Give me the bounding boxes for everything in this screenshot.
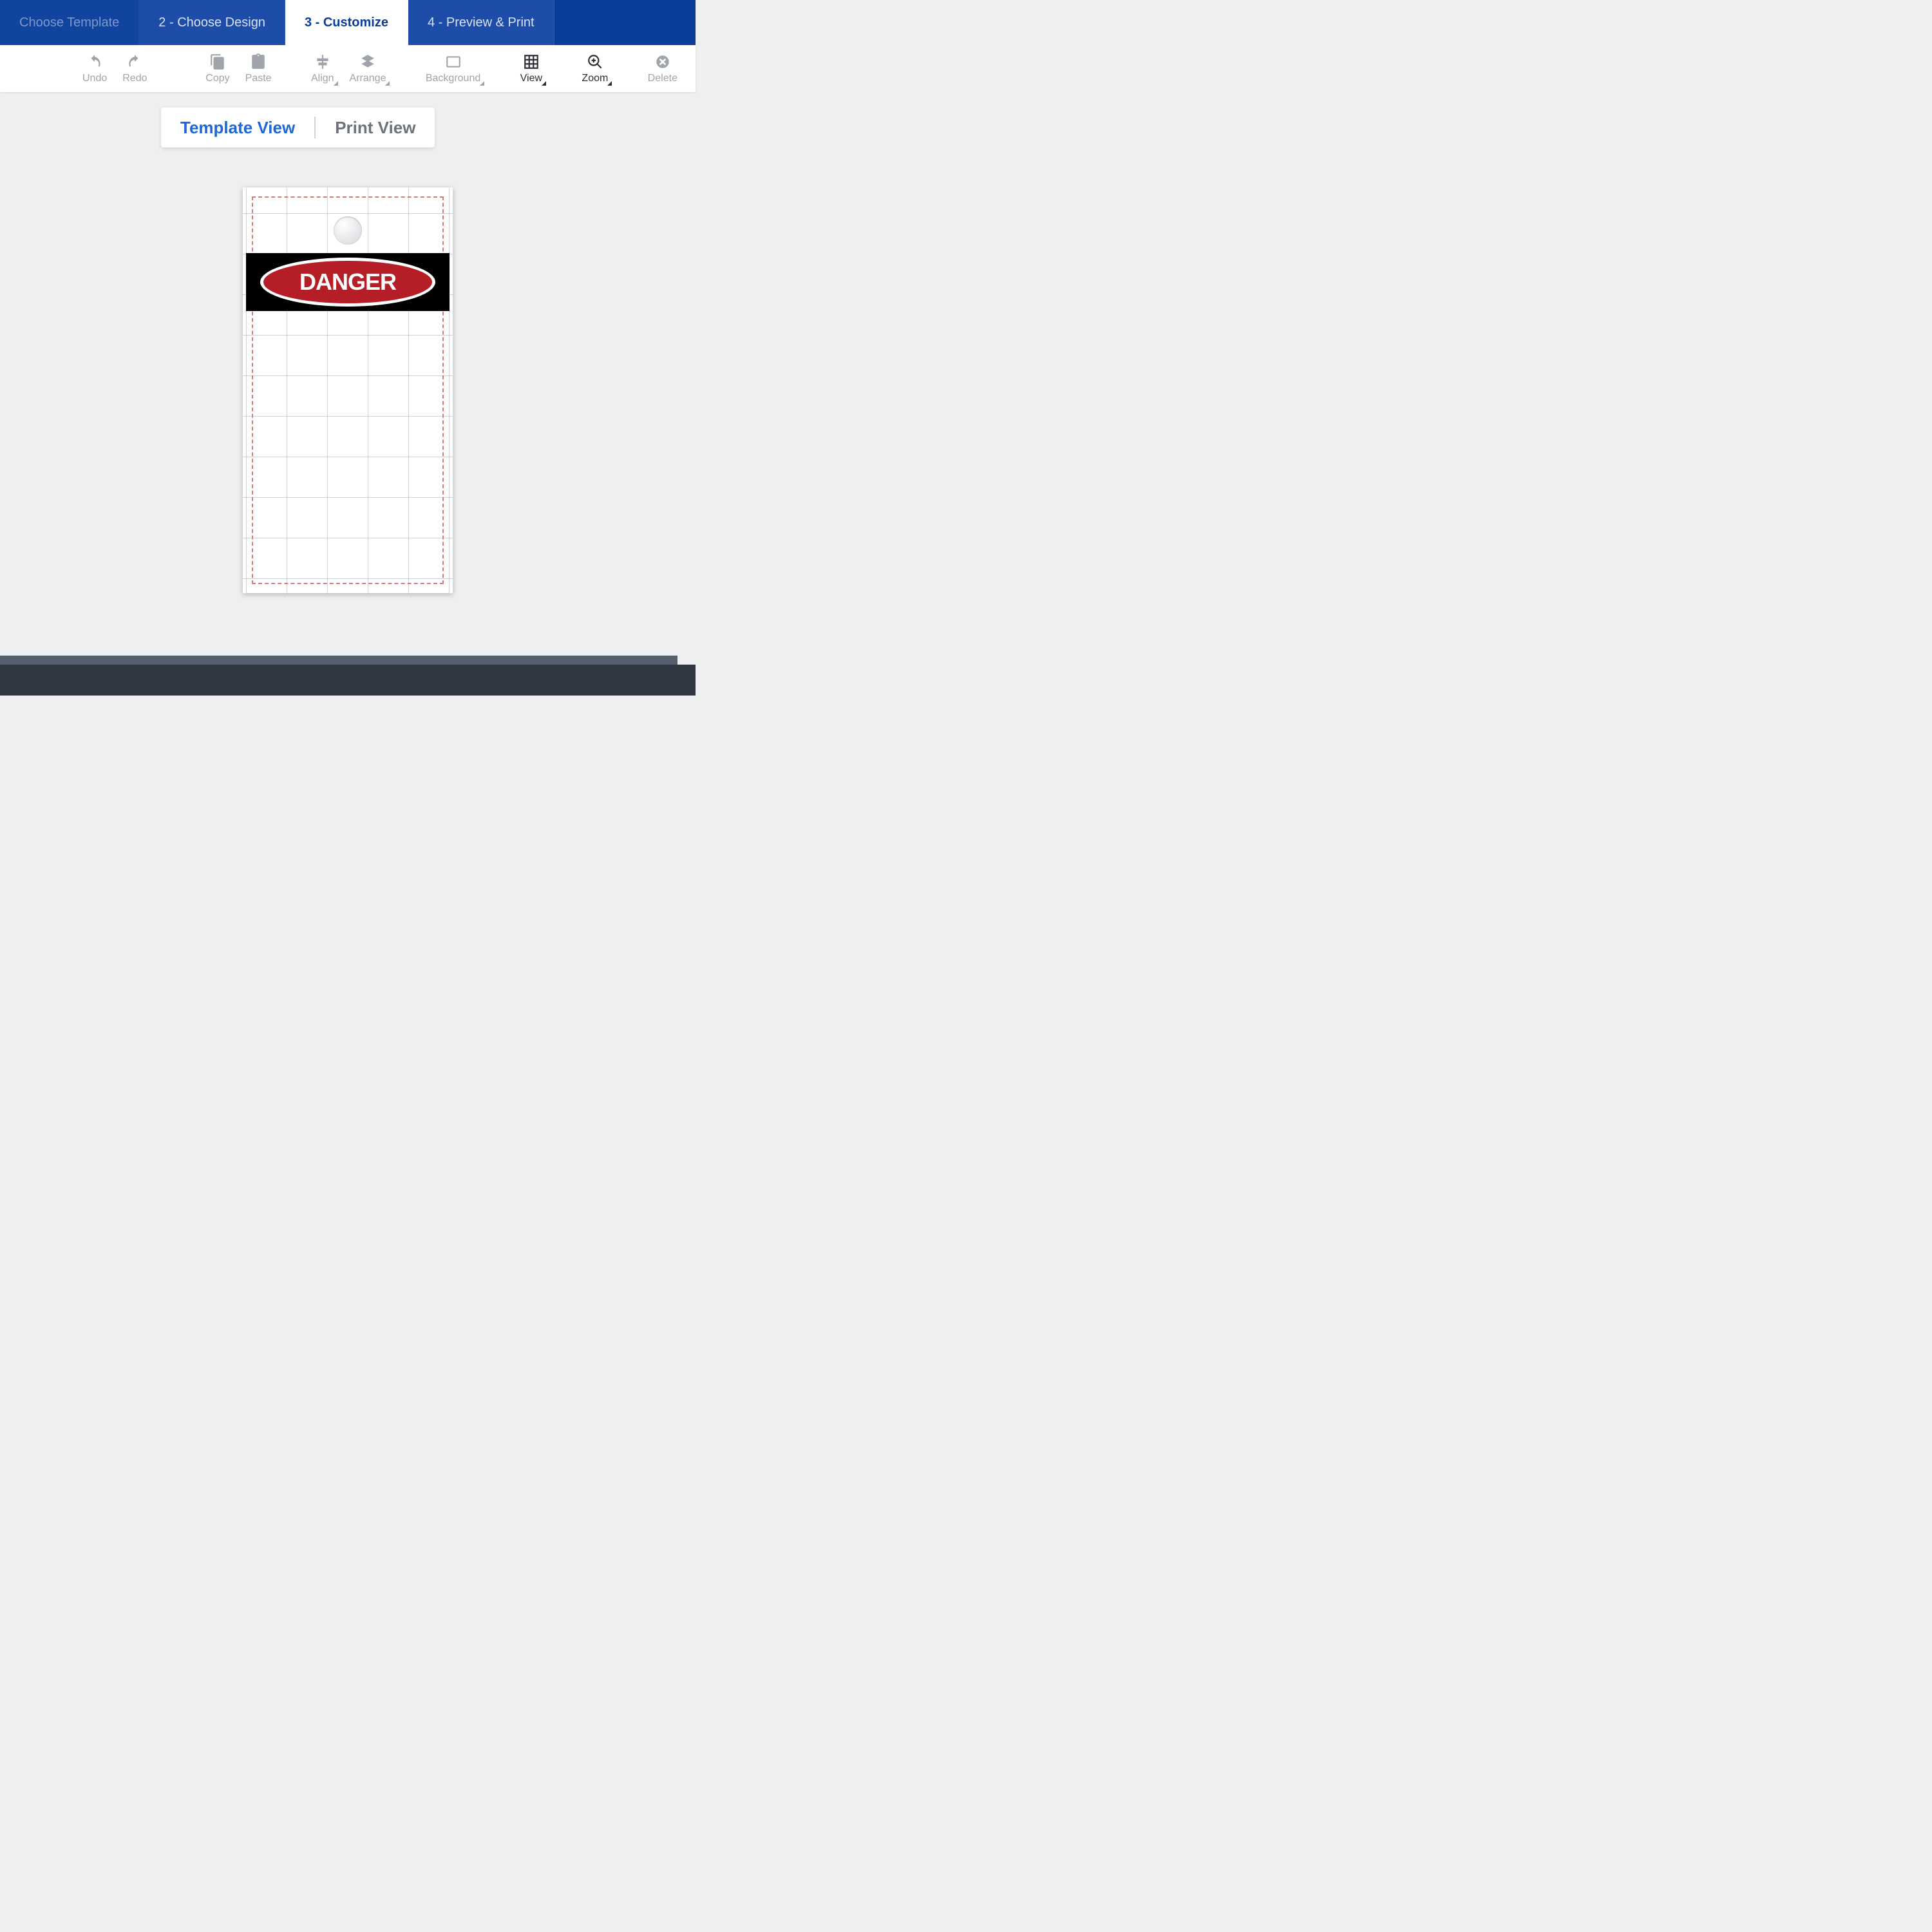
dropdown-indicator-icon [480, 81, 484, 86]
view-label: View [520, 73, 542, 84]
step-choose-template[interactable]: Choose Template [0, 0, 139, 45]
tab-template-view[interactable]: Template View [180, 118, 295, 138]
undo-icon [86, 53, 103, 70]
view-button[interactable]: View [515, 51, 547, 87]
view-mode-switch: Template View Print View [161, 108, 435, 147]
footer-bar [0, 665, 696, 696]
dropdown-indicator-icon [542, 81, 546, 86]
arrange-button[interactable]: Arrange [345, 51, 392, 87]
paste-icon [250, 53, 267, 70]
editor-toolbar: Undo Redo Copy Paste Align Arrange Backg… [0, 45, 696, 92]
delete-button[interactable]: Delete [643, 51, 683, 87]
dropdown-indicator-icon [334, 81, 338, 86]
redo-icon [126, 53, 143, 70]
copy-icon [209, 53, 226, 70]
align-label: Align [311, 73, 334, 84]
redo-label: Redo [122, 73, 147, 84]
delete-icon [654, 53, 671, 70]
design-canvas[interactable]: DANGER [243, 187, 453, 593]
danger-text: DANGER [299, 269, 396, 296]
zoom-in-icon [587, 53, 603, 70]
arrange-label: Arrange [350, 73, 386, 84]
dropdown-indicator-icon [607, 81, 612, 86]
background-button[interactable]: Background [421, 51, 486, 87]
step-customize[interactable]: 3 - Customize [285, 0, 408, 45]
dropdown-indicator-icon [385, 81, 390, 86]
undo-label: Undo [82, 73, 107, 84]
align-button[interactable]: Align [306, 51, 339, 87]
copy-label: Copy [205, 73, 229, 84]
background-icon [445, 53, 462, 70]
background-label: Background [426, 73, 480, 84]
delete-label: Delete [648, 73, 677, 84]
arrange-icon [359, 53, 376, 70]
tag-hole [334, 216, 362, 245]
footer-scrollbar[interactable] [0, 656, 677, 665]
wizard-step-bar: Choose Template 2 - Choose Design 3 - Cu… [0, 0, 696, 45]
danger-sign-element[interactable]: DANGER [246, 253, 450, 311]
paste-label: Paste [245, 73, 272, 84]
zoom-label: Zoom [582, 73, 608, 84]
tab-print-view[interactable]: Print View [335, 118, 415, 138]
zoom-button[interactable]: Zoom [576, 51, 613, 87]
copy-button[interactable]: Copy [200, 51, 234, 87]
step-choose-design[interactable]: 2 - Choose Design [139, 0, 285, 45]
step-preview-print[interactable]: 4 - Preview & Print [408, 0, 554, 45]
undo-button[interactable]: Undo [77, 51, 112, 87]
redo-button[interactable]: Redo [117, 51, 152, 87]
grid-icon [523, 53, 540, 70]
paste-button[interactable]: Paste [240, 51, 277, 87]
divider [314, 117, 316, 138]
danger-oval: DANGER [260, 258, 435, 307]
workspace: Template View Print View DANGER [0, 92, 696, 696]
align-icon [314, 53, 331, 70]
